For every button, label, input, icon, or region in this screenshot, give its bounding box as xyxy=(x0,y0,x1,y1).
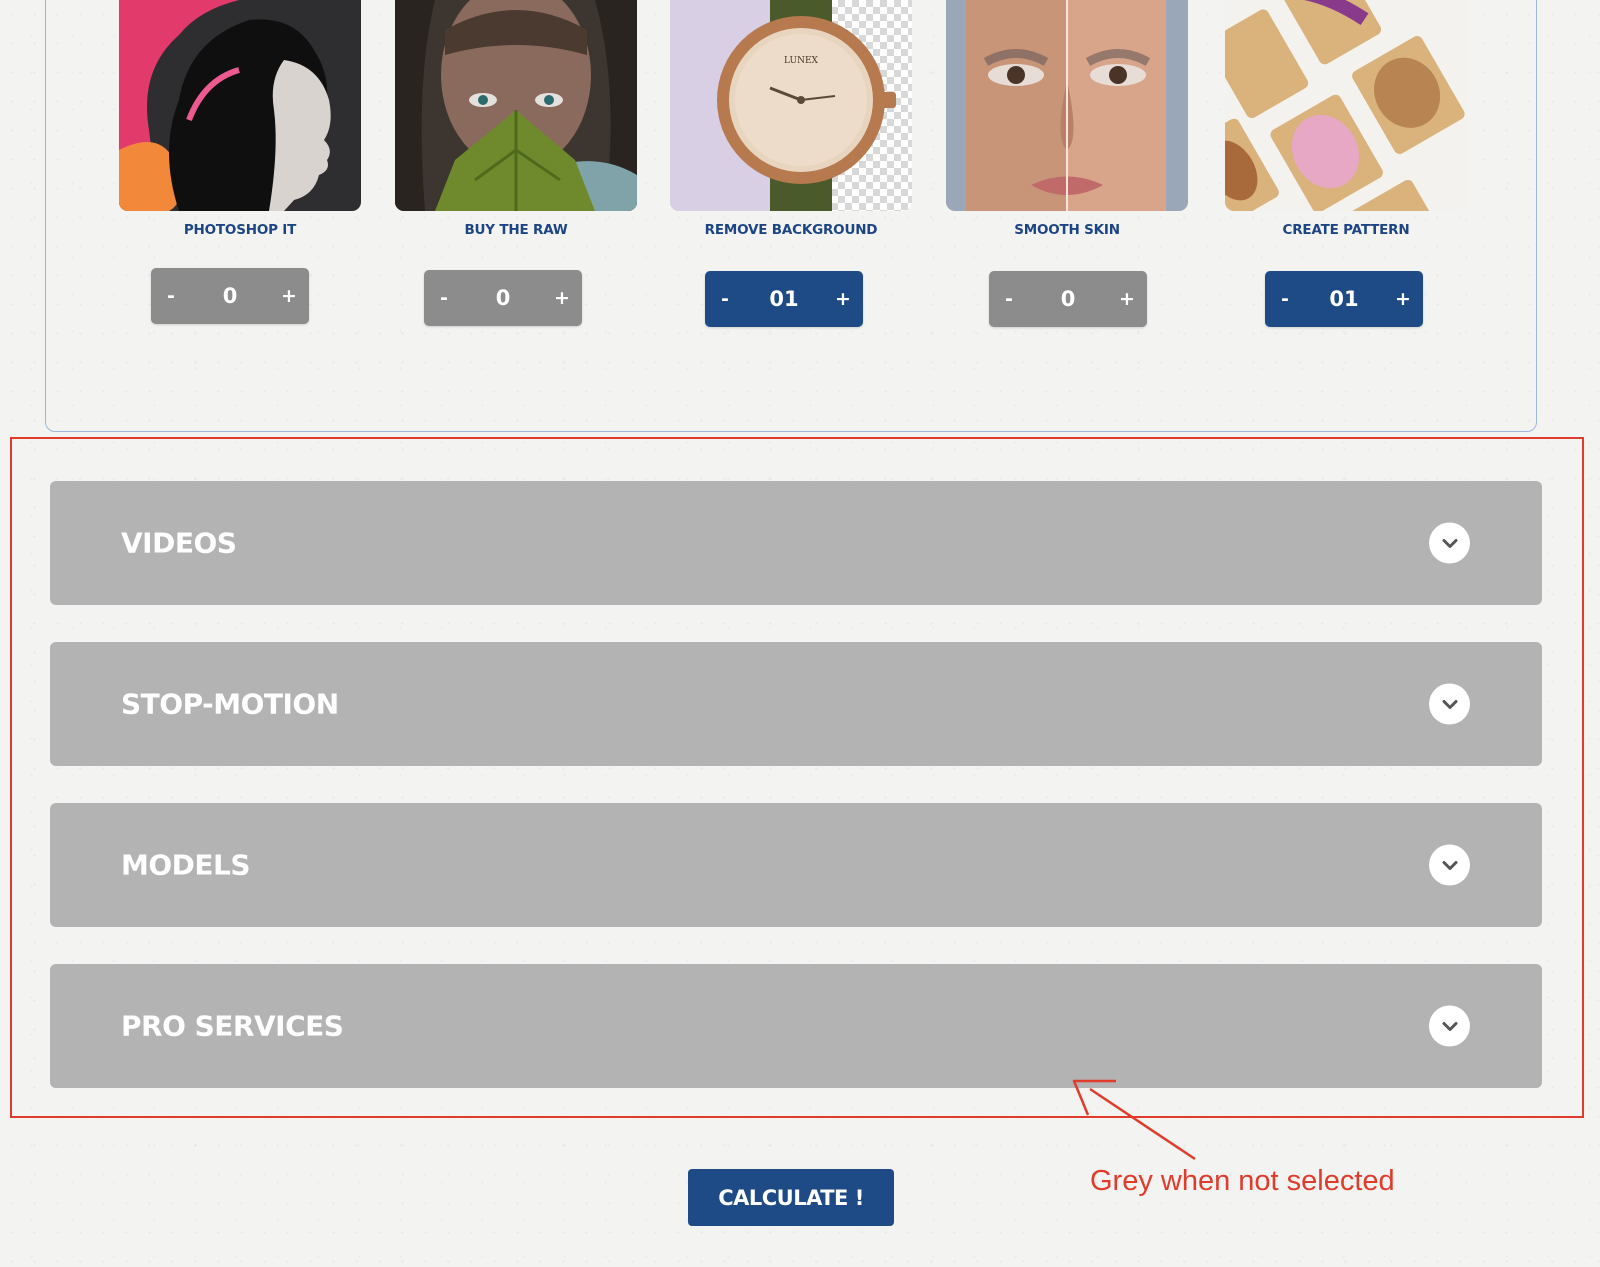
calculate-button[interactable]: CALCULATE ! xyxy=(688,1169,894,1226)
increment-button[interactable]: + xyxy=(1107,288,1147,310)
category-pro-services[interactable]: PRO SERVICES xyxy=(50,964,1542,1088)
category-stop-motion[interactable]: STOP-MOTION xyxy=(50,642,1542,766)
product-label: REMOVE BACKGROUND xyxy=(704,222,878,238)
category-videos[interactable]: VIDEOS xyxy=(50,481,1542,605)
category-title: VIDEOS xyxy=(121,526,237,560)
product-label: SMOOTH SKIN xyxy=(1014,222,1120,238)
product-image-watch: LUNEX xyxy=(670,0,912,211)
quantity-stepper-create-pattern: - 01 + xyxy=(1265,271,1423,327)
decrement-button[interactable]: - xyxy=(424,287,464,309)
increment-button[interactable]: + xyxy=(269,285,309,307)
watch-brand-text: LUNEX xyxy=(784,56,818,66)
quantity-stepper-smooth-skin: - 0 + xyxy=(989,271,1147,327)
quantity-stepper-buy-the-raw: - 0 + xyxy=(424,270,582,326)
decrement-button[interactable]: - xyxy=(705,288,745,310)
increment-button[interactable]: + xyxy=(1383,288,1423,310)
product-image-pastries xyxy=(1225,0,1467,211)
category-title: MODELS xyxy=(121,848,251,882)
product-image-leaf-face xyxy=(395,0,637,211)
chevron-down-icon[interactable] xyxy=(1429,522,1470,564)
quantity-value: 0 xyxy=(495,286,511,310)
annotation-arrow xyxy=(1072,1079,1196,1161)
product-label: BUY THE RAW xyxy=(464,222,568,238)
category-title: PRO SERVICES xyxy=(121,1009,344,1043)
chevron-down-icon[interactable] xyxy=(1429,1005,1470,1047)
decrement-button[interactable]: - xyxy=(989,288,1029,310)
annotation-note: Grey when not selected xyxy=(1090,1165,1395,1197)
quantity-value: 0 xyxy=(222,284,238,308)
increment-button[interactable]: + xyxy=(542,287,582,309)
product-label: PHOTOSHOP IT xyxy=(183,222,297,238)
quantity-stepper-photoshop-it: - 0 + xyxy=(151,268,309,324)
quantity-stepper-remove-background: - 01 + xyxy=(705,271,863,327)
quantity-value: 0 xyxy=(1060,287,1076,311)
decrement-button[interactable]: - xyxy=(1265,288,1305,310)
category-models[interactable]: MODELS xyxy=(50,803,1542,927)
quantity-value: 01 xyxy=(769,287,799,311)
product-image-portrait xyxy=(119,0,361,211)
chevron-down-icon[interactable] xyxy=(1429,844,1470,886)
product-label: CREATE PATTERN xyxy=(1282,222,1410,238)
chevron-down-icon[interactable] xyxy=(1429,683,1470,725)
increment-button[interactable]: + xyxy=(823,288,863,310)
product-image-face-retouch xyxy=(946,0,1188,211)
quantity-value: 01 xyxy=(1329,287,1359,311)
decrement-button[interactable]: - xyxy=(151,285,191,307)
category-title: STOP-MOTION xyxy=(121,687,339,721)
